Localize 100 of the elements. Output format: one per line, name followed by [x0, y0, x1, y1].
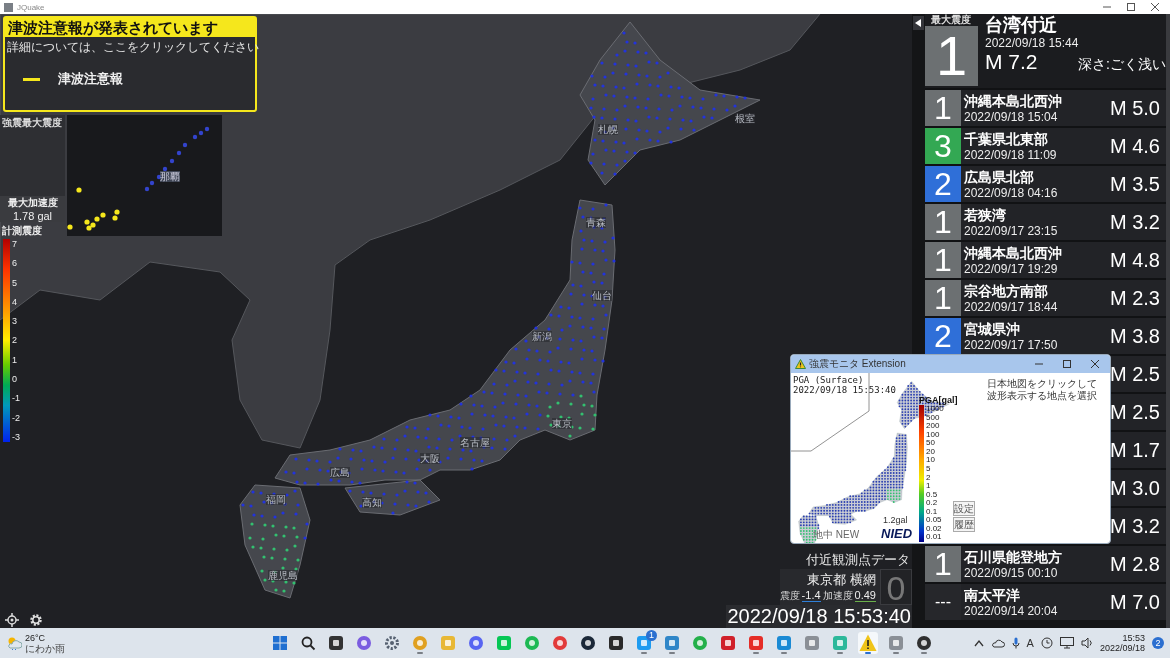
- epicenter-name: 台湾付近: [985, 14, 1058, 36]
- magnitude: M 3.5: [1109, 172, 1161, 196]
- warning-icon: [795, 359, 806, 369]
- max-intensity-label: 最大震度: [930, 14, 972, 26]
- epicenter-name: 宗谷地方南部: [964, 282, 1049, 300]
- city-label: 根室: [735, 113, 755, 124]
- temperature: 26°C: [25, 632, 47, 643]
- quake-time: 2022/09/17 19:29: [964, 261, 1059, 276]
- scale-tick-label: -1: [12, 393, 20, 404]
- graph-timestamp: 2022/09/18 15:53:40: [793, 385, 896, 395]
- intensity-badge: 1: [925, 242, 961, 278]
- scale-tick-label: 0.01: [926, 533, 943, 542]
- quake-time: 2022/09/17 17:50: [964, 337, 1059, 352]
- scale-tick-label: 0: [12, 374, 18, 385]
- acceleration-value: 0.49: [854, 589, 876, 602]
- intensity-label: 震度: [779, 589, 800, 603]
- scale-tick-label: 1000: [926, 405, 944, 414]
- quake-time: 2022/09/18 15:04: [964, 109, 1059, 124]
- scale-tick-label: 1: [926, 482, 932, 491]
- layer-label[interactable]: 地中 NEW: [813, 529, 860, 541]
- city-label: 青森: [586, 217, 606, 228]
- quake-time: 2022/09/18 04:16: [964, 185, 1059, 200]
- scale-tick-label: 0.05: [926, 516, 943, 525]
- station-data-title: 付近観測点データ: [806, 551, 911, 569]
- quake-time: 2022/09/17 18:44: [964, 299, 1059, 314]
- scale-title: 計測震度: [1, 224, 43, 238]
- graph-title: PGA (Surface): [793, 375, 865, 385]
- scale-tick-label: 0.2: [926, 499, 939, 508]
- magnitude: M 3.8: [1109, 324, 1161, 348]
- locate-icon[interactable]: [4, 612, 20, 628]
- scale-tick-label: 10: [926, 456, 936, 465]
- scale-tick-label: 2: [12, 335, 18, 346]
- scale-tick-label: 200: [926, 422, 941, 431]
- legend-label: 津波注意報: [58, 70, 123, 88]
- magnitude: M 7.0: [1109, 590, 1161, 614]
- scale-tick-label: -3: [12, 431, 20, 442]
- window-title: 強震モニタ Extension: [809, 357, 906, 371]
- city-label: 広島: [330, 467, 350, 478]
- scale-tick-label: 100: [926, 430, 941, 440]
- scale-tick-label: 500: [926, 413, 941, 423]
- maximize-button[interactable]: [1063, 360, 1071, 368]
- scale-tick-label: 2: [926, 473, 932, 482]
- acceleration-label: 最大加速度: [6, 196, 59, 210]
- epicenter-name: 若狭湾: [964, 206, 1007, 224]
- max-value: 1.2gal: [883, 515, 908, 525]
- input-method-indicator[interactable]: A: [1026, 637, 1034, 649]
- scale-tick-label: 0.02: [926, 524, 943, 534]
- city-label: 名古屋: [460, 437, 490, 448]
- cloud-icon[interactable]: [990, 638, 1005, 648]
- epicenter-name: 広島県北部: [964, 168, 1035, 186]
- close-button[interactable]: [1091, 360, 1099, 368]
- panel-title: 強震最大震度: [1, 116, 63, 130]
- settings-icon[interactable]: [28, 612, 44, 628]
- intensity-badge: 1: [925, 546, 961, 582]
- intensity-badge: 2: [925, 166, 961, 202]
- taskbar-clock[interactable]: 15:53 2022/09/18: [1099, 633, 1145, 653]
- monitor-icon[interactable]: [1059, 637, 1074, 649]
- taskbar-app-icon[interactable]: [858, 632, 878, 654]
- intensity-badge: 1: [925, 26, 978, 86]
- quake-time: 2022/09/14 20:04: [964, 603, 1059, 618]
- magnitude: M 2.8: [1109, 552, 1161, 576]
- scale-tick-label: 4: [12, 296, 18, 307]
- quake-time: 2022/09/17 23:15: [964, 223, 1059, 238]
- epicenter-name: 石川県能登地方: [964, 548, 1063, 566]
- hint-text: 日本地図をクリックして波形表示する地点を選択: [987, 378, 1098, 402]
- maximize-button[interactable]: [1127, 3, 1135, 11]
- magnitude: M 4.6: [1109, 134, 1161, 158]
- scale-tick-label: 1: [12, 354, 18, 365]
- close-button[interactable]: [1151, 3, 1159, 11]
- scale-tick-label: 5: [12, 277, 18, 288]
- scale-tick-label: 0.1: [926, 507, 939, 517]
- city-label: 那覇: [160, 171, 180, 182]
- notification-badge[interactable]: 2: [1152, 637, 1164, 649]
- magnitude: M 7.2: [985, 50, 1038, 74]
- city-label: 大阪: [420, 453, 440, 464]
- current-timestamp: 2022/09/18 15:53:40: [726, 605, 912, 628]
- intensity-badge: 3: [925, 128, 961, 164]
- scale-tick-label: -2: [12, 412, 20, 423]
- scale-tick-label: 20: [926, 447, 936, 457]
- notification-badge: 1: [646, 630, 657, 641]
- chevron-up-icon[interactable]: [973, 639, 984, 647]
- scale-tick-label: 5: [926, 464, 932, 474]
- microphone-icon[interactable]: [1011, 637, 1020, 649]
- depth: 深さ:ごく浅い: [1078, 56, 1166, 74]
- station-intensity: 0: [880, 569, 912, 605]
- city-label: 高知: [362, 497, 382, 508]
- epicenter-name: 南太平洋: [964, 586, 1021, 604]
- speaker-icon[interactable]: [1080, 637, 1093, 649]
- collapse-toggle[interactable]: [912, 16, 924, 30]
- intensity-badge: 1: [925, 90, 961, 126]
- clock-icon[interactable]: [1040, 637, 1053, 649]
- window-button[interactable]: 設定: [953, 501, 975, 516]
- weather-condition: にわか雨: [25, 642, 65, 654]
- quake-time: 2022/09/18 15:44: [985, 36, 1080, 50]
- epicenter-name: 千葉県北東部: [964, 130, 1049, 148]
- quake-time: 2022/09/15 00:10: [964, 565, 1059, 580]
- window-button[interactable]: 履歴: [953, 517, 975, 532]
- acceleration-value: 1.78 gal: [11, 210, 54, 222]
- intensity-badge: 2: [925, 318, 961, 354]
- scale-tick-label: 3: [12, 316, 18, 327]
